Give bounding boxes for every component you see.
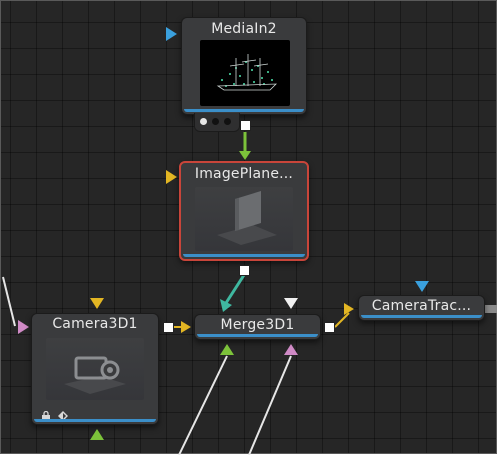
node-camera3d1[interactable]: Camera3D1 xyxy=(31,313,159,425)
node-cameratracker[interactable]: CameraTrac... xyxy=(358,295,485,321)
ship-preview-icon xyxy=(216,54,278,91)
view-dot-3[interactable] xyxy=(224,118,231,125)
view-dot-1[interactable] xyxy=(200,118,207,125)
lock-icon[interactable] xyxy=(41,406,51,421)
view-indicator-tray xyxy=(194,113,240,132)
camera-input-triangle-left[interactable] xyxy=(18,320,29,334)
imageplane-input-triangle[interactable] xyxy=(166,170,177,184)
wire-left-incoming[interactable] xyxy=(2,276,16,327)
imageplane-output-square[interactable] xyxy=(239,265,250,276)
wire-arrow-green xyxy=(239,151,251,160)
media-in-output-square[interactable] xyxy=(240,120,251,131)
camera-3d-icon xyxy=(64,356,126,394)
node-status-bar xyxy=(34,419,156,422)
merge-input-triangle-pink[interactable] xyxy=(284,344,298,355)
node-mediain2[interactable]: MediaIn2 xyxy=(181,17,307,115)
wire-imageplane-to-merge[interactable] xyxy=(224,274,246,304)
cameratracker-input-triangle-top[interactable] xyxy=(415,281,429,292)
node-status-bar xyxy=(183,254,305,257)
merge-output-square[interactable] xyxy=(324,322,335,333)
camera-input-triangle-bottom[interactable] xyxy=(90,429,104,440)
merge-input-triangle-top[interactable] xyxy=(284,298,298,309)
node-status-bar xyxy=(197,334,318,337)
imageplane-thumbnail xyxy=(195,187,293,251)
cameratracker-input-triangle-left[interactable] xyxy=(344,303,354,315)
media-in-input-triangle[interactable] xyxy=(166,27,177,41)
node-title: Camera3D1 xyxy=(52,316,138,332)
node-merge3d1[interactable]: Merge3D1 xyxy=(194,314,321,340)
node-status-bar xyxy=(361,315,482,318)
wire-input-green[interactable] xyxy=(178,355,228,455)
wire-merge-to-cameratracker[interactable] xyxy=(334,312,350,328)
view-dot-2[interactable] xyxy=(212,118,219,125)
camera-input-triangle-top[interactable] xyxy=(90,298,104,309)
camera-thumbnail xyxy=(46,338,144,400)
merge-input-triangle-left[interactable] xyxy=(181,321,191,333)
visibility-icon[interactable] xyxy=(58,406,68,421)
node-status-bar xyxy=(184,109,304,112)
wire-input-pink[interactable] xyxy=(248,355,292,455)
camera-output-square[interactable] xyxy=(163,322,174,333)
node-title: Merge3D1 xyxy=(220,317,295,333)
media-thumbnail xyxy=(200,40,290,106)
node-title: ImagePlane... xyxy=(194,166,294,182)
image-plane-3d-icon xyxy=(217,191,277,245)
merge-input-triangle-green[interactable] xyxy=(220,344,234,355)
node-title: MediaIn2 xyxy=(211,21,277,37)
node-editor-canvas[interactable]: MediaIn2 ImagePlane... Camera3D1 Merge3D… xyxy=(0,0,497,455)
node-imageplane[interactable]: ImagePlane... xyxy=(179,161,309,261)
node-title: CameraTrac... xyxy=(371,298,472,314)
